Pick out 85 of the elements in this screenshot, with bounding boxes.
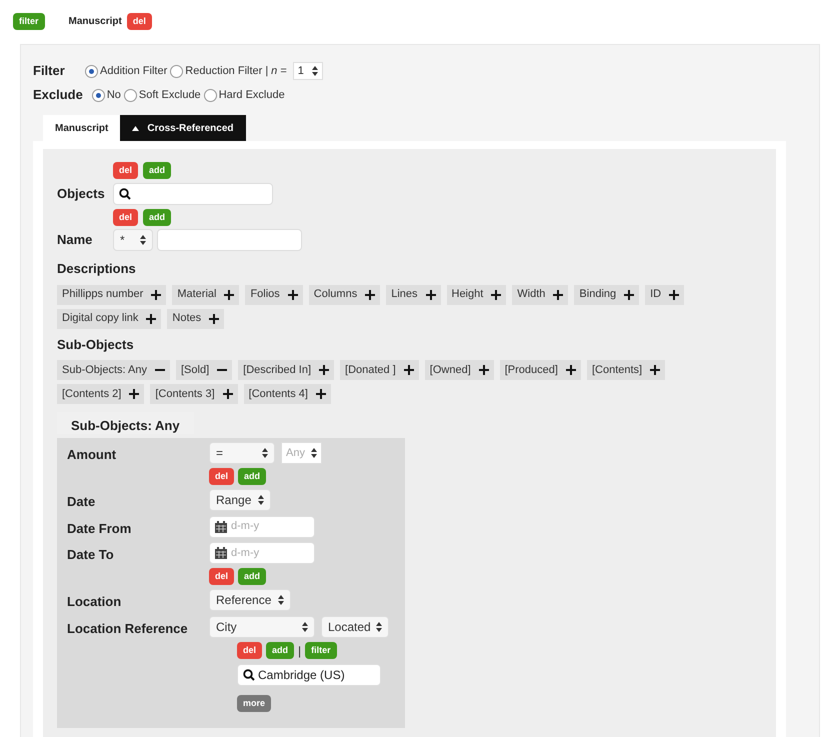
radio-button[interactable] (92, 88, 105, 102)
del-button[interactable]: del (209, 468, 234, 485)
del-button[interactable]: del (113, 162, 138, 179)
chip-button[interactable]: Width (512, 284, 568, 304)
separator: | (265, 64, 268, 79)
date-from-label: Date From (67, 520, 132, 538)
location-label: Location (67, 593, 122, 611)
date-to-label: Date To (67, 546, 115, 564)
chip-button[interactable]: [Contents 4] (244, 384, 331, 404)
del-button[interactable]: del (113, 209, 138, 226)
chip-button[interactable]: [Donated ] (340, 360, 419, 380)
chip-button[interactable]: [Owned] (424, 360, 494, 380)
radio-label: Hard Exclude (218, 88, 285, 103)
add-button[interactable]: add (143, 162, 172, 179)
del-button[interactable]: del (126, 12, 152, 30)
del-button[interactable]: del (209, 568, 234, 585)
search-field[interactable]: Cambridge (US) (237, 664, 381, 686)
sub-objects-heading: Sub-Objects (57, 336, 135, 354)
chip-button[interactable]: Phillipps number (57, 284, 166, 304)
add-button[interactable]: add (143, 209, 172, 226)
radio-button[interactable] (204, 88, 217, 102)
separator: | (298, 642, 302, 660)
del-button[interactable]: del (237, 642, 262, 659)
section-tab[interactable]: Manuscript (43, 115, 120, 141)
select-field[interactable]: * (113, 229, 153, 251)
chip-button[interactable]: Notes (167, 308, 224, 328)
filter-button[interactable]: filter (13, 12, 45, 30)
chip-button[interactable]: Height (446, 284, 506, 304)
location-reference-label: Location Reference (67, 620, 189, 638)
filter-label: Filter (33, 62, 63, 80)
add-button[interactable]: add (238, 568, 266, 585)
radio-label: Soft Exclude (138, 88, 201, 103)
radio-label: Addition Filter (100, 64, 168, 79)
section-tab[interactable]: Cross-Referenced (120, 115, 246, 141)
number-field[interactable]: 1 (292, 62, 323, 80)
chip-button[interactable]: Sub-Objects: Any (57, 360, 170, 380)
spinner-icon (258, 495, 264, 505)
date-label: Date (67, 493, 96, 511)
chip-button[interactable]: Columns (308, 284, 380, 304)
filter-button[interactable]: filter (305, 642, 337, 659)
search-icon (243, 668, 255, 680)
chip-button[interactable]: [Contents 3] (150, 384, 238, 404)
spinner-icon (310, 448, 317, 458)
select-field[interactable]: Range (209, 489, 271, 511)
name-field[interactable] (157, 229, 302, 251)
chip-button[interactable]: [Contents 2] (57, 384, 144, 404)
radio-button[interactable] (124, 88, 137, 102)
select-field[interactable]: City (209, 616, 315, 638)
chip-button[interactable]: Lines (386, 284, 440, 304)
radio-label: Reduction Filter (185, 64, 262, 79)
search-field[interactable] (113, 183, 273, 205)
select-field[interactable]: = (209, 442, 275, 464)
spinner-icon (262, 448, 268, 458)
add-button[interactable]: add (266, 642, 294, 659)
spinner-icon (140, 235, 146, 245)
spinner-icon (312, 66, 318, 76)
chip-button[interactable]: [Described In] (238, 360, 334, 380)
spinner-icon (376, 622, 382, 632)
name-label: Name (57, 231, 94, 250)
calendar-icon (215, 547, 227, 559)
exclude-label: Exclude (33, 86, 83, 104)
chip-button[interactable]: [Produced] (500, 360, 581, 380)
search-icon (119, 188, 131, 200)
chip-button[interactable]: Folios (245, 284, 303, 304)
amount-label: Amount (67, 446, 118, 464)
more-button[interactable]: more (237, 694, 272, 712)
chip-button[interactable]: Digital copy link (57, 308, 162, 328)
chip-button[interactable]: [Contents] (586, 360, 666, 380)
spinner-icon (278, 595, 284, 605)
add-button[interactable]: add (238, 468, 266, 485)
objects-label: Objects (57, 185, 106, 204)
radio-button[interactable] (170, 64, 184, 78)
chip-button[interactable]: ID (645, 284, 684, 304)
radio-label: No (106, 88, 121, 103)
radio-button[interactable] (85, 64, 98, 78)
chip-button[interactable]: Binding (574, 284, 640, 304)
n-label: n = (271, 64, 287, 79)
descriptions-heading: Descriptions (57, 260, 137, 278)
calendar-icon (215, 520, 227, 532)
chip-button[interactable]: [Sold] (176, 360, 232, 380)
select-field[interactable]: Reference (209, 589, 291, 611)
caret-up-icon (132, 126, 140, 130)
chip-button[interactable]: Material (172, 284, 240, 304)
spinner-icon (302, 622, 308, 632)
select-field[interactable]: Located (321, 616, 389, 638)
